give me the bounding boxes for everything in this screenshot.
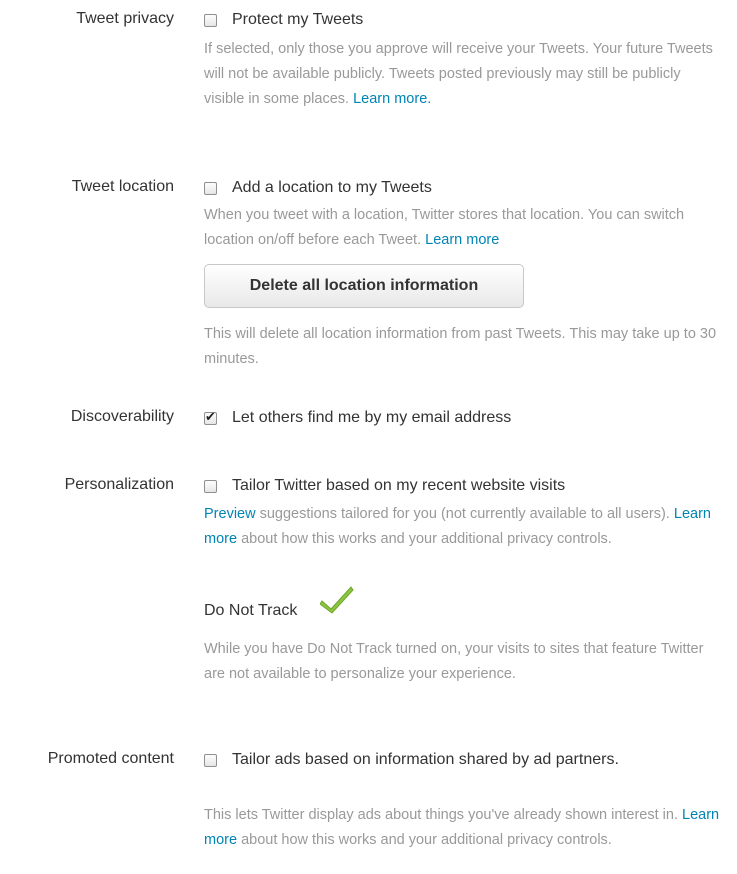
tweet-location-label: Tweet location: [71, 178, 174, 195]
protect-tweets-label[interactable]: Protect my Tweets: [232, 8, 363, 32]
tailor-ads-checkbox[interactable]: [204, 754, 217, 767]
preview-link[interactable]: Preview: [204, 506, 256, 522]
tailor-ads-label[interactable]: Tailor ads based on information shared b…: [232, 748, 682, 772]
tweet-location-help: When you tweet with a location, Twitter …: [204, 207, 685, 248]
checkmark-icon: [320, 586, 354, 614]
protect-tweets-checkbox[interactable]: [204, 14, 217, 27]
learn-more-link[interactable]: Learn more.: [353, 91, 431, 107]
do-not-track-heading: Do Not Track: [204, 586, 354, 620]
delete-location-button[interactable]: Delete all location information: [204, 264, 524, 308]
email-discoverability-checkbox[interactable]: [204, 409, 217, 425]
learn-more-link[interactable]: Learn more: [425, 232, 499, 248]
tweet-privacy-help: If selected, only those you approve will…: [204, 41, 713, 107]
personalization-help: Preview suggestions tailored for you (no…: [204, 506, 711, 547]
add-location-label[interactable]: Add a location to my Tweets: [232, 176, 432, 200]
personalization-label: Personalization: [64, 476, 174, 493]
do-not-track-help: While you have Do Not Track turned on, y…: [204, 641, 704, 682]
promoted-content-label: Promoted content: [47, 750, 174, 767]
email-discoverability-label[interactable]: Let others find me by my email address: [232, 406, 511, 430]
do-not-track-title: Do Not Track: [204, 602, 298, 619]
promoted-content-help: This lets Twitter display ads about thin…: [204, 807, 720, 848]
discoverability-label: Discoverability: [70, 408, 174, 425]
delete-location-help: This will delete all location informatio…: [204, 326, 717, 367]
tailor-twitter-label[interactable]: Tailor Twitter based on my recent websit…: [232, 474, 565, 498]
tweet-privacy-label: Tweet privacy: [76, 10, 174, 27]
add-location-checkbox[interactable]: [204, 182, 217, 195]
tailor-twitter-checkbox[interactable]: [204, 480, 217, 493]
